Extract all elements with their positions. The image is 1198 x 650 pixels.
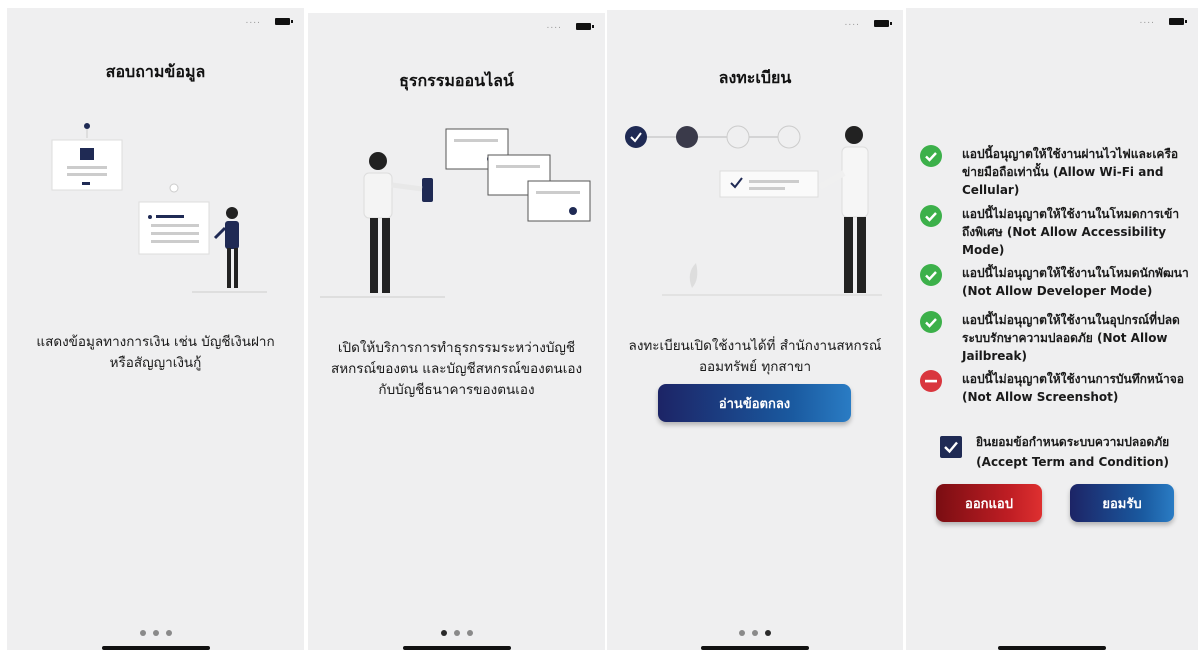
check-circle-icon	[920, 311, 942, 333]
description: แสดงข้อมูลทางการเงิน เช่น บัญชีเงินฝาก ห…	[17, 332, 294, 374]
onboarding-screen-online-transaction: .... ธุรกรรมออนไลน์ เปิดให้บริการการทำธุ…	[308, 13, 605, 650]
onboarding-screen-inquiry: .... สอบถามข้อมูล แสดงข้อมูลทางการเงิน เ…	[7, 8, 304, 650]
battery-icon	[275, 17, 293, 25]
step-icon	[777, 125, 801, 149]
page-dot[interactable]	[139, 630, 146, 636]
status-bar: ....	[546, 21, 594, 31]
page-dot[interactable]	[453, 630, 460, 636]
page-dot[interactable]	[165, 630, 172, 636]
page-indicator[interactable]	[308, 630, 605, 636]
page-dot[interactable]	[466, 630, 473, 636]
home-indicator[interactable]	[101, 646, 210, 650]
signal-icon: ....	[844, 18, 860, 28]
check-circle-icon	[920, 264, 942, 286]
permission-item: แอปนี้ไม่อนุญาตให้ใช้งานการบันทึกหน้าจอ …	[920, 370, 1190, 406]
home-indicator[interactable]	[998, 646, 1106, 650]
home-indicator[interactable]	[701, 646, 809, 650]
permission-text: แอปนี้ไม่อนุญาตให้ใช้งานในโหมดนักพัฒนา (…	[962, 266, 1189, 298]
page-dot[interactable]	[752, 630, 758, 636]
home-indicator[interactable]	[402, 646, 511, 650]
step-current-icon	[676, 126, 698, 148]
description-line: ลงทะเบียนเปิดใช้งานได้ที่ สำนักงานสหกรณ์	[628, 338, 882, 354]
signal-icon: ....	[546, 21, 562, 31]
accept-terms-row[interactable]: ยินยอมข้อกำหนดระบบความปลอดภัย (Accept Te…	[940, 432, 1192, 472]
step-complete-icon	[625, 126, 647, 148]
signal-icon: ....	[245, 16, 261, 26]
status-bar: ....	[844, 18, 892, 28]
description-line: สหกรณ์ของตน และบัญชีสหกรณ์ของตนเอง	[330, 361, 583, 377]
description: เปิดให้บริการการทำธุรกรรมระหว่างบัญชี สห…	[318, 338, 595, 401]
permission-item: แอปนี้อนุญาตให้ใช้งานผ่านไวไฟและเครือข่า…	[920, 145, 1190, 199]
step-icon	[726, 125, 750, 149]
description-line: เปิดให้บริการการทำธุรกรรมระหว่างบัญชี	[337, 340, 576, 356]
accept-button[interactable]: ยอมรับ	[1070, 484, 1174, 522]
check-circle-icon	[920, 145, 942, 167]
permission-text: แอปนี้ไม่อนุญาตให้ใช้งานการบันทึกหน้าจอ …	[962, 372, 1184, 404]
description: ลงทะเบียนเปิดใช้งานได้ที่ สำนักงานสหกรณ์…	[617, 336, 893, 378]
signal-icon: ....	[1139, 16, 1155, 26]
page-dot[interactable]	[765, 630, 771, 636]
register-illustration	[625, 125, 882, 296]
page-title: ธุรกรรมออนไลน์	[399, 71, 514, 90]
page-indicator[interactable]	[607, 630, 903, 636]
onboarding-screen-register: .... ลงทะเบียน ลงทะเบียนเปิดใช้งานได้ที่…	[607, 10, 903, 650]
transaction-illustration	[320, 128, 591, 298]
permission-item: แอปนี้ไม่อนุญาตให้ใช้งานในโหมดนักพัฒนา (…	[920, 264, 1190, 300]
minus-circle-icon	[920, 370, 942, 392]
page-dot[interactable]	[739, 630, 745, 636]
page-dot[interactable]	[152, 630, 159, 636]
page-title: ลงทะเบียน	[718, 68, 792, 87]
page-indicator[interactable]	[7, 630, 304, 636]
checkmark-icon	[944, 441, 958, 454]
description-line: ออมทรัพย์ ทุกสาขา	[698, 359, 812, 375]
permission-item: แอปนี้ไม่อนุญาตให้ใช้งานในโหมดการเข้าถึง…	[920, 205, 1190, 259]
accept-terms-label: ยินยอมข้อกำหนดระบบความปลอดภัย (Accept Te…	[976, 432, 1169, 472]
inquiry-illustration	[51, 123, 267, 293]
exit-app-button[interactable]: ออกแอป	[936, 484, 1042, 522]
status-bar: ....	[1139, 16, 1187, 26]
accept-terms-checkbox[interactable]	[940, 436, 962, 458]
battery-icon	[874, 19, 892, 27]
read-terms-button[interactable]: อ่านข้อตกลง	[658, 384, 851, 422]
status-bar: ....	[245, 16, 293, 26]
accept-terms-label-line: ยินยอมข้อกำหนดระบบความปลอดภัย	[976, 435, 1170, 449]
permission-text: แอปนี้อนุญาตให้ใช้งานผ่านไวไฟและเครือข่า…	[962, 147, 1179, 197]
description-line: แสดงข้อมูลทางการเงิน เช่น บัญชีเงินฝาก	[36, 334, 275, 350]
security-permissions-screen: .... แอปนี้อนุญาตให้ใช้งานผ่านไวไฟและเคร…	[906, 8, 1198, 650]
battery-icon	[1169, 17, 1187, 25]
battery-icon	[576, 22, 594, 30]
permission-item: แอปนี้ไม่อนุญาตให้ใช้งานในอุปกรณ์ที่ปลดร…	[920, 311, 1190, 365]
accept-terms-label-line: (Accept Term and Condition)	[976, 455, 1169, 469]
permission-text: แอปนี้ไม่อนุญาตให้ใช้งานในอุปกรณ์ที่ปลดร…	[962, 313, 1180, 363]
check-circle-icon	[920, 205, 942, 227]
page-dot[interactable]	[440, 630, 447, 636]
permission-text: แอปนี้ไม่อนุญาตให้ใช้งานในโหมดการเข้าถึง…	[962, 207, 1180, 257]
page-title: สอบถามข้อมูล	[105, 62, 206, 81]
description-line: หรือสัญญาเงินกู้	[109, 355, 202, 371]
description-line: กับบัญชีธนาคารของตนเอง	[378, 382, 535, 398]
